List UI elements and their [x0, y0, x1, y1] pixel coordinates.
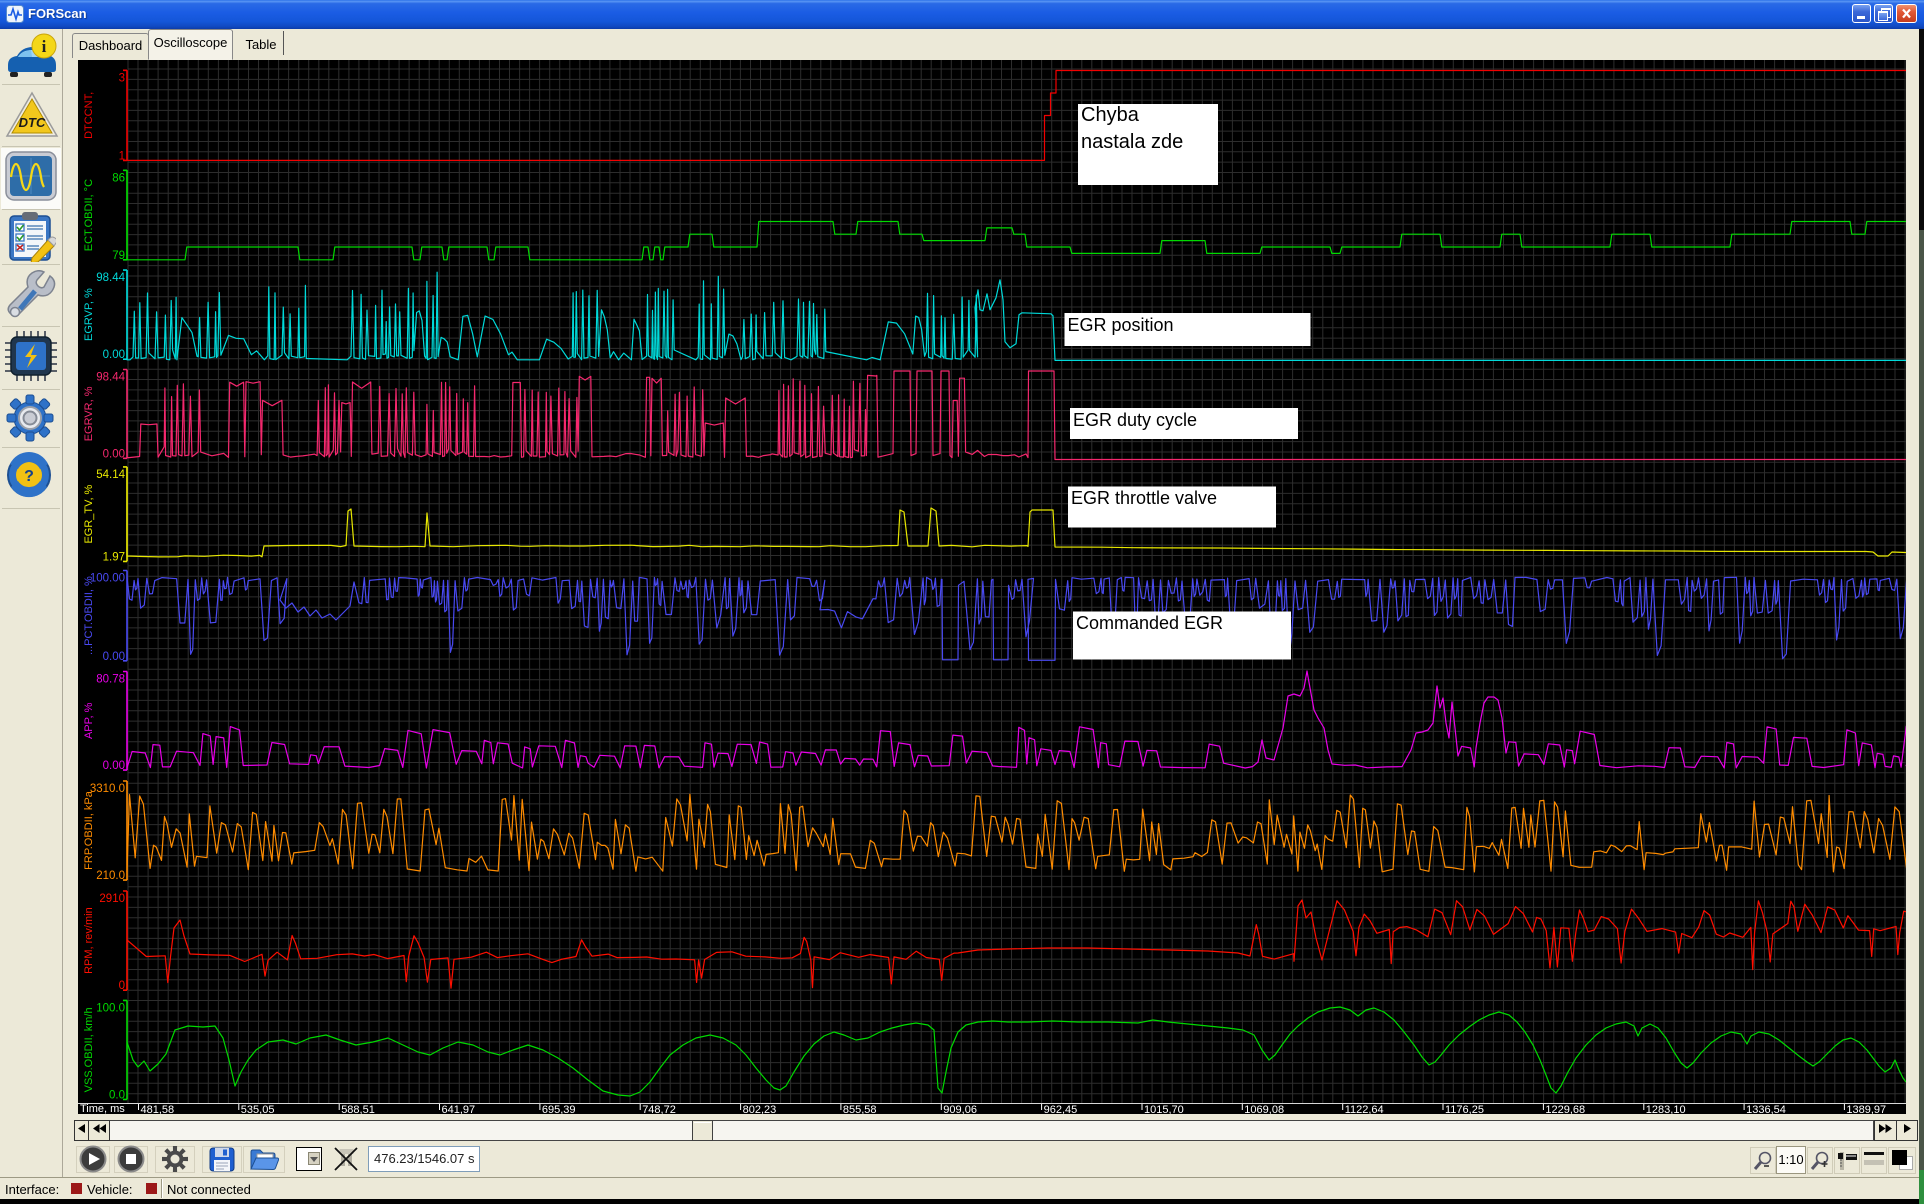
svg-text:802,23: 802,23	[743, 1104, 777, 1114]
svg-text:ECT.OBDII, °C: ECT.OBDII, °C	[83, 179, 95, 251]
svg-text:VSS.OBDII, km/h: VSS.OBDII, km/h	[83, 1007, 95, 1092]
svg-text:748,72: 748,72	[642, 1104, 676, 1114]
svg-text:EGRVP, %: EGRVP, %	[83, 288, 95, 341]
svg-text:210.0: 210.0	[96, 870, 125, 882]
svg-text:DTC: DTC	[19, 115, 46, 130]
svg-text:962,45: 962,45	[1044, 1104, 1078, 1114]
svg-text:855,58: 855,58	[843, 1104, 877, 1114]
svg-text:Chyba: Chyba	[1081, 104, 1140, 126]
svg-text:98.44: 98.44	[96, 372, 125, 384]
svg-text:EGR position: EGR position	[1068, 315, 1174, 335]
svg-text:1336,54: 1336,54	[1746, 1104, 1786, 1114]
svg-text:...PCT.OBDII, %: ...PCT.OBDII, %	[83, 576, 95, 655]
svg-text:EGR duty cycle: EGR duty cycle	[1073, 410, 1197, 430]
svg-text:588,51: 588,51	[341, 1104, 375, 1114]
svg-text:54.14: 54.14	[96, 469, 125, 481]
svg-text:1283,10: 1283,10	[1646, 1104, 1686, 1114]
svg-text:3310.0: 3310.0	[90, 783, 125, 795]
svg-text:nastala zde: nastala zde	[1081, 131, 1183, 153]
svg-text:1.97: 1.97	[103, 551, 125, 563]
svg-text:100.0: 100.0	[96, 1002, 125, 1014]
svg-text:0.00: 0.00	[103, 760, 125, 772]
svg-text:EGR throttle valve: EGR throttle valve	[1071, 488, 1217, 508]
svg-text:RPM, rev/min: RPM, rev/min	[83, 907, 95, 974]
svg-text:1122,64: 1122,64	[1345, 1104, 1384, 1114]
svg-text:641,97: 641,97	[442, 1104, 476, 1114]
svg-text:EGRVR, %: EGRVR, %	[83, 386, 95, 441]
svg-text:APP, %: APP, %	[83, 702, 95, 739]
svg-text:i: i	[42, 37, 47, 56]
svg-text:1176,25: 1176,25	[1445, 1104, 1484, 1114]
svg-text:EGR_TV, %: EGR_TV, %	[83, 484, 95, 543]
svg-text:DTCCNT,: DTCCNT,	[83, 92, 95, 139]
svg-text:Commanded EGR: Commanded EGR	[1076, 613, 1223, 633]
svg-text:0.00: 0.00	[103, 349, 125, 361]
svg-text:1: 1	[119, 150, 125, 162]
svg-text:0: 0	[119, 980, 125, 992]
svg-text:2910: 2910	[99, 893, 125, 905]
svg-text:98.44: 98.44	[96, 272, 125, 284]
svg-text:1229,68: 1229,68	[1545, 1104, 1585, 1114]
svg-text:535,05: 535,05	[241, 1104, 275, 1114]
svg-text:?: ?	[24, 468, 34, 485]
svg-text:79: 79	[112, 250, 125, 262]
svg-text:0.0: 0.0	[109, 1089, 125, 1101]
svg-text:695,39: 695,39	[542, 1104, 576, 1114]
svg-text:1069,08: 1069,08	[1244, 1104, 1284, 1114]
svg-text:1015,70: 1015,70	[1144, 1104, 1184, 1114]
svg-text:86: 86	[112, 172, 125, 184]
svg-text:0.00: 0.00	[103, 651, 125, 663]
svg-text:481,58: 481,58	[141, 1104, 175, 1114]
svg-text:80.78: 80.78	[96, 674, 125, 686]
svg-text:Time, ms: Time, ms	[80, 1103, 125, 1114]
svg-text:1389,97: 1389,97	[1846, 1104, 1886, 1114]
svg-text:100.00: 100.00	[90, 573, 125, 585]
svg-text:909,06: 909,06	[943, 1104, 977, 1114]
svg-text:0.00: 0.00	[103, 448, 125, 460]
svg-text:FRP.OBDII, kPa: FRP.OBDII, kPa	[83, 790, 95, 870]
svg-text:3: 3	[119, 72, 125, 84]
